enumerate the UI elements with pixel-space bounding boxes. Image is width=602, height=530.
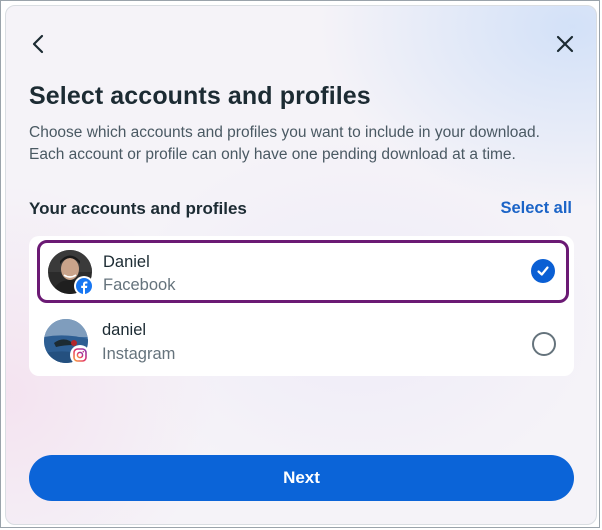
facebook-badge xyxy=(74,276,94,296)
account-row-instagram[interactable]: daniel Instagram xyxy=(29,308,574,374)
next-button[interactable]: Next xyxy=(29,455,574,501)
checkmark-icon xyxy=(537,266,549,276)
account-name: Daniel xyxy=(103,253,150,271)
dialog-title: Select accounts and profiles xyxy=(29,82,371,110)
chevron-left-icon xyxy=(32,34,44,54)
account-checkbox-checked[interactable] xyxy=(531,259,555,283)
account-name: daniel xyxy=(102,321,147,339)
account-platform: Instagram xyxy=(102,345,176,363)
account-checkbox-unchecked[interactable] xyxy=(532,332,556,356)
dialog-description: Choose which accounts and profiles you w… xyxy=(29,124,540,163)
select-all-link[interactable]: Select all xyxy=(500,199,572,218)
window-frame: Select accounts and profiles Choose whic… xyxy=(0,0,600,528)
account-platform: Facebook xyxy=(103,276,176,294)
back-button[interactable] xyxy=(24,30,52,58)
accounts-list: Daniel Facebook daniel Instagram xyxy=(29,236,574,376)
section-label: Your accounts and profiles xyxy=(29,199,247,218)
close-icon xyxy=(556,35,574,53)
instagram-icon xyxy=(73,348,87,362)
close-button[interactable] xyxy=(551,30,579,58)
select-accounts-dialog: Select accounts and profiles Choose whic… xyxy=(5,5,597,525)
account-row-facebook[interactable]: Daniel Facebook xyxy=(37,240,569,303)
instagram-badge xyxy=(70,345,90,365)
facebook-icon xyxy=(76,278,92,294)
